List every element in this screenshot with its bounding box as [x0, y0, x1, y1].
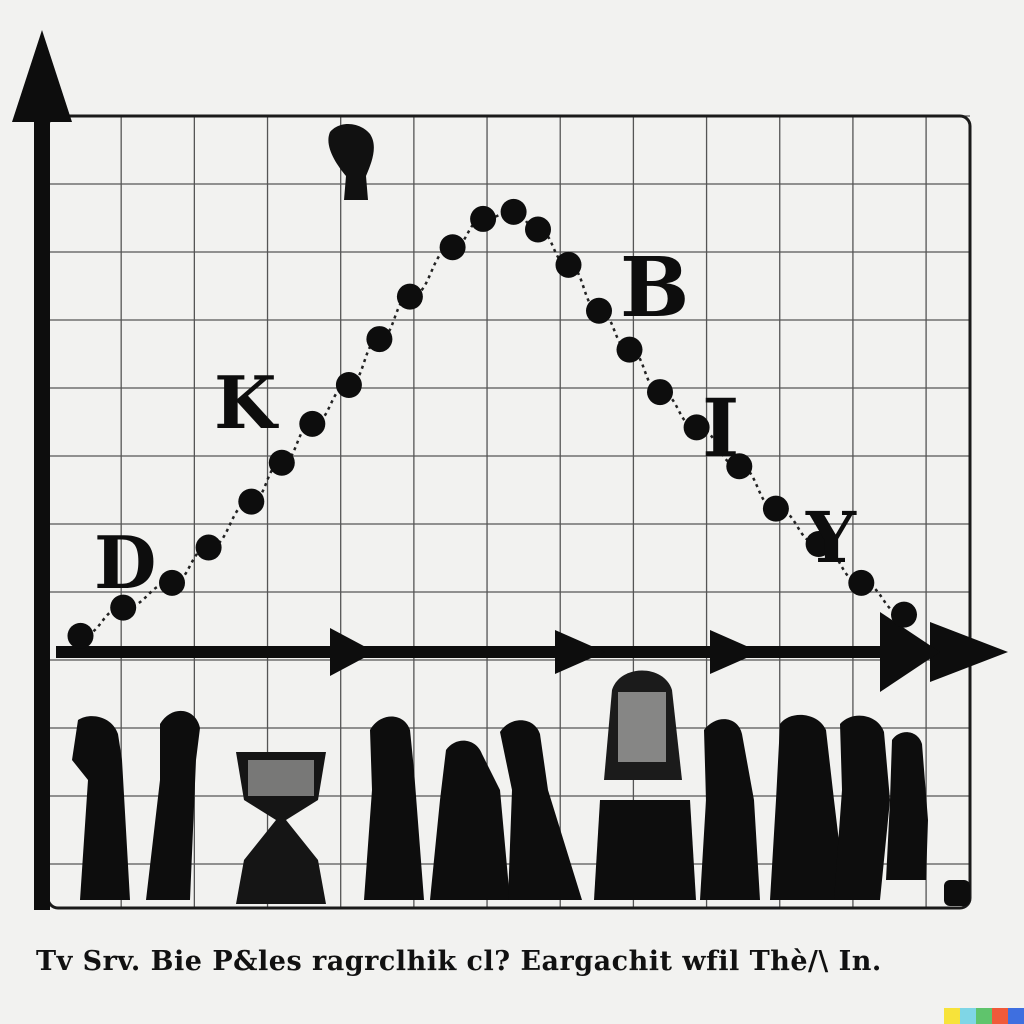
- color-swatch: [992, 1008, 1008, 1024]
- data-point: [366, 326, 393, 353]
- y-axis: [12, 30, 72, 910]
- data-point: [396, 283, 423, 310]
- data-point: [238, 488, 265, 515]
- data-point: [525, 216, 551, 243]
- data-point: [586, 297, 612, 324]
- data-point: [159, 569, 185, 596]
- series-curve: [80, 210, 905, 638]
- data-point: [195, 534, 222, 561]
- annotation-d: D: [94, 520, 156, 605]
- data-point: [299, 410, 326, 437]
- x-axis-mid-arrow: [555, 630, 605, 674]
- data-point: [500, 198, 527, 225]
- annotation-y: Y: [805, 496, 857, 579]
- data-point: [555, 251, 582, 278]
- annotation-b: B: [620, 240, 689, 336]
- data-point: [616, 336, 643, 363]
- annotation-i: I: [702, 381, 739, 475]
- chart: D K B I Y: [12, 30, 1008, 910]
- chart-caption: Tv Srv. Bie P&les ragrclhik cl? Eargachi…: [36, 946, 882, 977]
- data-point: [470, 205, 497, 232]
- data-point: [268, 449, 295, 476]
- data-point: [647, 379, 673, 406]
- color-swatch: [1008, 1008, 1024, 1024]
- silhouette-crowd: [72, 670, 970, 906]
- data-point: [762, 495, 789, 522]
- x-axis: [56, 612, 1008, 692]
- color-swatch: [960, 1008, 976, 1024]
- top-figure: [328, 123, 374, 200]
- data-point: [335, 372, 362, 398]
- data-point: [67, 622, 94, 649]
- data-point: [439, 234, 466, 261]
- data-point: [891, 601, 917, 628]
- color-swatch: [944, 1008, 960, 1024]
- annotation-k: K: [214, 360, 279, 445]
- x-axis-mid-arrow: [710, 630, 760, 674]
- x-axis-mid-arrow: [330, 628, 375, 676]
- color-swatch: [976, 1008, 992, 1024]
- color-strip: [944, 1008, 1024, 1024]
- y-axis-arrowhead: [12, 30, 72, 122]
